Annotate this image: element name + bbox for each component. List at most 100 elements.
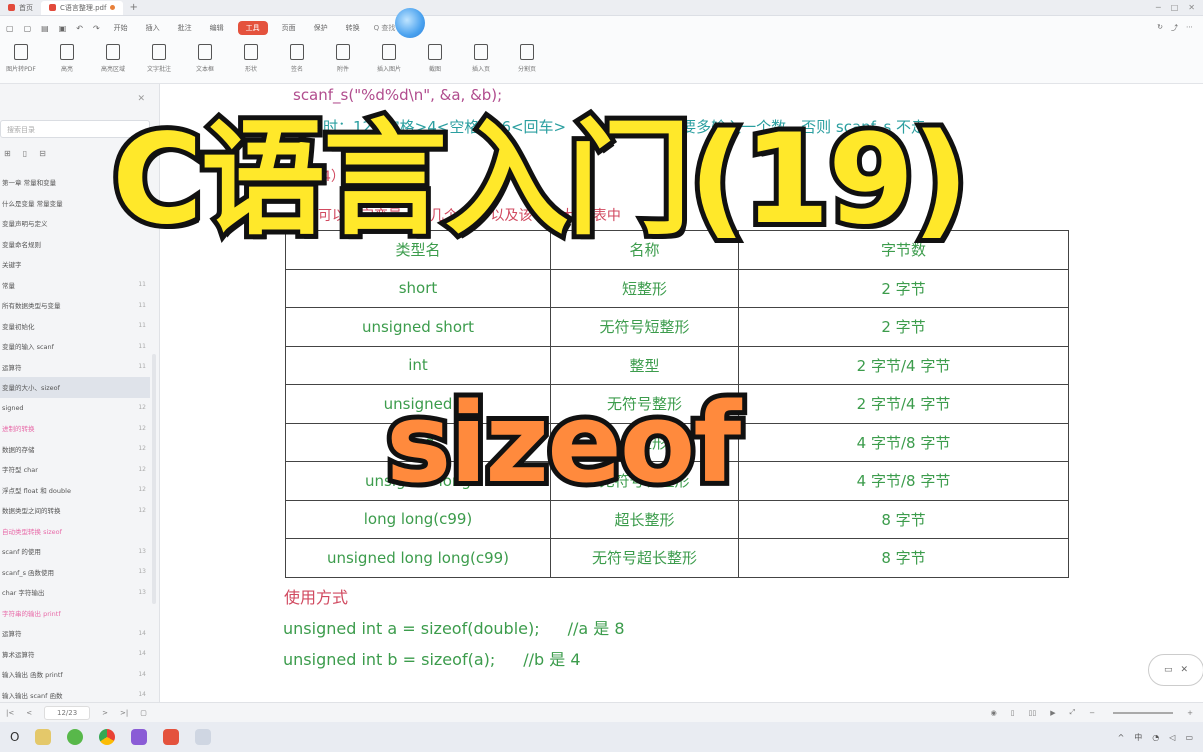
eye-icon[interactable]: ◉ — [991, 709, 997, 717]
tool-sign[interactable]: 签名 — [284, 44, 310, 73]
tool-insert-image[interactable]: 插入图片 — [376, 44, 402, 73]
tool-split-page[interactable]: 分割页 — [514, 44, 540, 73]
new-icon[interactable]: ▢ — [6, 24, 14, 33]
cell-bytes: 4 字节/8 字节 — [738, 461, 1069, 501]
battery-icon[interactable]: ▭ — [1185, 733, 1193, 742]
minimize-icon[interactable]: ─ — [1156, 3, 1161, 12]
visual-studio-icon[interactable] — [131, 729, 148, 745]
redo-icon[interactable]: ↷ — [93, 24, 100, 33]
sidebar-item[interactable]: 所有数据类型与变量 11 — [0, 295, 150, 316]
tool-text-comment[interactable]: 文字批注 — [146, 44, 172, 73]
single-page-icon[interactable]: ▯ — [1011, 709, 1015, 717]
zoom-slider[interactable] — [1113, 711, 1174, 714]
sidebar-item[interactable]: 运算符 14 — [0, 623, 150, 644]
menu-tab-comment[interactable]: 批注 — [174, 21, 196, 35]
sidebar-item[interactable]: 字符串的输出 printf — [0, 603, 150, 624]
expand-icon[interactable]: ⊞ — [4, 149, 11, 158]
volume-icon[interactable]: ◁ — [1169, 733, 1175, 742]
tool-attachment[interactable]: 附件 — [330, 44, 356, 73]
chevron-up-icon[interactable]: ^ — [1118, 733, 1125, 742]
sidebar-toggle-icon[interactable]: ▢ — [140, 709, 147, 717]
sidebar-item[interactable]: 变量的大小、sizeof — [0, 377, 150, 398]
menu-tab-protect[interactable]: 保护 — [310, 21, 332, 35]
tab-home[interactable]: 首页 — [0, 1, 41, 15]
chrome-icon[interactable] — [99, 729, 116, 745]
menu-tab-page[interactable]: 页面 — [278, 21, 300, 35]
sidebar-item[interactable]: 浮点型 float 和 double 12 — [0, 480, 150, 501]
sidebar-item[interactable]: signed 12 — [0, 398, 150, 419]
sidebar-item[interactable]: 数据的存储 12 — [0, 439, 150, 460]
next-page-icon[interactable]: > — [102, 709, 108, 717]
tool-textbox[interactable]: 文本框 — [192, 44, 218, 73]
undo-icon[interactable]: ↶ — [76, 24, 83, 33]
maximize-icon[interactable]: □ — [1171, 3, 1179, 12]
double-page-icon[interactable]: ▯▯ — [1029, 709, 1037, 717]
open-icon[interactable]: ▢ — [24, 24, 32, 33]
sidebar-item[interactable]: 数据类型之间的转换 12 — [0, 500, 150, 521]
sidebar-item[interactable]: 运算符 11 — [0, 357, 150, 378]
last-page-icon[interactable]: >| — [120, 709, 128, 717]
wps-icon[interactable] — [163, 729, 180, 745]
search-icon[interactable]: O — [10, 730, 19, 744]
sidebar-item[interactable]: 变量的输入 scanf 11 — [0, 336, 150, 357]
floating-tool-button[interactable]: ▭ ✕ — [1148, 654, 1203, 686]
menu-tab-start[interactable]: 开始 — [110, 21, 132, 35]
menu-tab-convert[interactable]: 转换 — [342, 21, 364, 35]
first-page-icon[interactable]: |< — [6, 709, 14, 717]
sidebar-scrollbar[interactable] — [152, 354, 156, 604]
sidebar-item-label: 运算符 — [2, 363, 22, 372]
more-icon[interactable]: ⋯ — [1186, 23, 1193, 33]
file-explorer-icon[interactable] — [35, 729, 52, 745]
window-controls: ─ □ ✕ — [1156, 3, 1203, 12]
tool-highlight-area[interactable]: 高亮区域 — [100, 44, 126, 73]
menu-tab-insert[interactable]: 插入 — [142, 21, 164, 35]
close-icon[interactable]: ✕ — [1180, 665, 1188, 675]
sidebar-item-label: 输入输出 scanf 函数 — [2, 691, 63, 700]
fit-icon[interactable]: ⤢ — [1070, 708, 1076, 717]
image-icon — [14, 44, 28, 60]
search-box[interactable]: Q 查找 — [374, 23, 396, 33]
share-icon[interactable]: ⤴ — [1171, 23, 1178, 33]
page-number-input[interactable]: 12/23 — [44, 705, 91, 720]
tool-insert-page[interactable]: 插入页 — [468, 44, 494, 73]
save-icon[interactable]: ▤ — [41, 24, 49, 33]
tool-highlight[interactable]: 高亮 — [54, 44, 80, 73]
wifi-icon[interactable]: ◔ — [1152, 733, 1159, 742]
tool-screenshot[interactable]: 截图 — [422, 44, 448, 73]
sidebar-item[interactable]: 进制的转换 12 — [0, 418, 150, 439]
sidebar-item[interactable]: 关键字 — [0, 254, 150, 275]
collapse-icon[interactable]: ⊟ — [39, 149, 46, 158]
tool-image-to-pdf[interactable]: 图片转PDF — [6, 44, 36, 73]
sidebar-item[interactable]: scanf 的使用 13 — [0, 541, 150, 562]
tab-document[interactable]: C语言整理.pdf — [41, 0, 124, 15]
new-tab-button[interactable]: + — [129, 2, 137, 13]
sidebar-item[interactable]: 输入输出 函数 printf 14 — [0, 664, 150, 685]
sidebar-item-label: 字符型 char — [2, 466, 38, 475]
play-icon[interactable]: ▶ — [1050, 709, 1055, 717]
menu-tab-tools[interactable]: 工具 — [237, 21, 268, 35]
sidebar-item[interactable]: 字符型 char 12 — [0, 459, 150, 480]
sidebar-item[interactable]: 算术运算符 14 — [0, 644, 150, 665]
tool-shape[interactable]: 形状 — [238, 44, 264, 73]
sidebar-item[interactable]: 自动类型转换 sizeof — [0, 521, 150, 542]
menu-tab-edit[interactable]: 编辑 — [206, 21, 228, 35]
close-window-icon[interactable]: ✕ — [1188, 3, 1195, 12]
close-icon[interactable] — [110, 5, 116, 10]
sidebar-item[interactable]: 常量 11 — [0, 275, 150, 296]
prev-page-icon[interactable]: < — [26, 709, 32, 717]
zoom-in-icon[interactable]: + — [1187, 709, 1193, 717]
sidebar-item-page: 11 — [138, 342, 146, 350]
input-method-icon[interactable]: 中 — [1134, 732, 1142, 743]
sidebar-item[interactable]: scanf_s 函数使用 13 — [0, 562, 150, 583]
bookmark-icon[interactable]: ▯ — [23, 149, 27, 158]
assistant-orb-icon[interactable] — [395, 8, 425, 38]
sidebar-item[interactable]: 变量初始化 11 — [0, 316, 150, 337]
wechat-icon[interactable] — [67, 729, 84, 745]
zoom-out-icon[interactable]: − — [1089, 709, 1095, 717]
window-icon[interactable] — [195, 729, 212, 745]
sidebar-item[interactable]: char 字符输出 13 — [0, 582, 150, 603]
sync-icon[interactable]: ↻ — [1157, 23, 1163, 33]
close-icon[interactable]: ✕ — [137, 94, 145, 104]
print-icon[interactable]: ▣ — [59, 24, 67, 33]
ribbon-toolbar: 图片转PDF 高亮 高亮区域 文字批注 文本框 形状 签名 附件 插入图片 截图… — [0, 40, 1203, 84]
